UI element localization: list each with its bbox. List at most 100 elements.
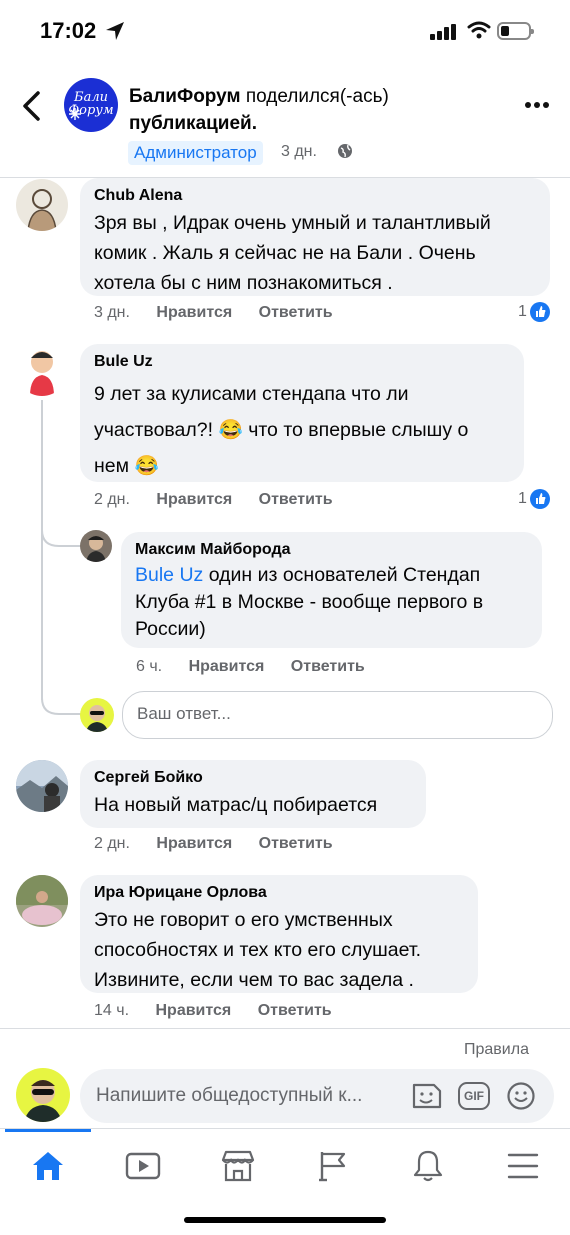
comment-time: 2 дн. bbox=[94, 491, 130, 508]
post-header-line1: БалиФорум поделился(-ась) bbox=[129, 86, 389, 108]
like-button[interactable]: Нравится bbox=[156, 491, 232, 508]
comment-text: Зря вы , Идрак очень умный и талантливый… bbox=[94, 208, 536, 298]
avatar-photo-icon bbox=[24, 1080, 62, 1122]
comment-meta: 3 дн. Нравится Ответить bbox=[94, 304, 333, 322]
comment-line: Зря вы , Идрак очень умный и талантливый bbox=[94, 212, 491, 234]
avatar[interactable] bbox=[16, 179, 68, 231]
like-button[interactable]: Нравится bbox=[156, 304, 232, 321]
emoji-icon[interactable] bbox=[506, 1081, 536, 1111]
comments-divider bbox=[0, 1028, 570, 1029]
reply-bubble: Максим Майборода Bule Uz один из основат… bbox=[121, 532, 542, 648]
battery-icon bbox=[497, 22, 534, 40]
page-name-link[interactable]: БалиФорум bbox=[129, 86, 241, 107]
reply-input-placeholder: Ваш ответ... bbox=[137, 704, 231, 723]
comment-line: нем 😂 bbox=[94, 448, 510, 484]
laughing-emoji: 😂 bbox=[134, 455, 159, 477]
home-icon[interactable] bbox=[31, 1150, 65, 1182]
comment-bubble: Сергей Бойко На новый матрас/ц побираетс… bbox=[80, 760, 426, 828]
thumbs-up-icon bbox=[529, 302, 550, 322]
reaction-count[interactable]: 1 bbox=[518, 302, 550, 322]
back-arrow-icon[interactable] bbox=[18, 90, 46, 122]
post-time: 3 дн. bbox=[281, 143, 317, 160]
thumbs-up-icon bbox=[529, 489, 550, 509]
comment-bubble: Ира Юрицане Орлова Это не говорит о его … bbox=[80, 875, 478, 993]
reply-button[interactable]: Ответить bbox=[259, 491, 333, 508]
snowflake-icon bbox=[69, 108, 81, 120]
comment-composer[interactable]: Напишите общедоступный к... GIF bbox=[80, 1069, 554, 1123]
my-avatar bbox=[16, 1068, 70, 1122]
my-avatar bbox=[80, 698, 114, 732]
reply-button[interactable]: Ответить bbox=[259, 835, 333, 852]
comment-fragment: что то впервые слышу о bbox=[248, 419, 469, 441]
comment-time: 14 ч. bbox=[94, 1002, 130, 1019]
comment-author[interactable]: Chub Alena bbox=[94, 186, 536, 206]
thread-branch bbox=[41, 530, 81, 547]
avatar[interactable] bbox=[16, 875, 68, 927]
reaction-number: 1 bbox=[518, 303, 527, 321]
comment-line: 9 лет за кулисами стендапа что ли bbox=[94, 383, 409, 405]
comment-line: Bule Uz один из основателей Стендап bbox=[135, 562, 528, 589]
reply-button[interactable]: Ответить bbox=[291, 658, 365, 675]
share-action-text: поделился(-ась) bbox=[245, 86, 389, 107]
comment-fragment: один из основателей Стендап bbox=[208, 564, 481, 586]
comment-author[interactable]: Ира Юрицане Орлова bbox=[94, 883, 464, 903]
page-logo[interactable]: Бали Форум bbox=[64, 78, 118, 132]
avatar-photo-icon bbox=[16, 760, 68, 812]
comment-author[interactable]: Сергей Бойко bbox=[94, 768, 412, 788]
reply-meta: 6 ч. Нравится Ответить bbox=[136, 658, 365, 676]
comment-line: России) bbox=[135, 618, 206, 640]
comment-text: Это не говорит о его умственных способно… bbox=[94, 905, 464, 995]
comment-bubble: Chub Alena Зря вы , Идрак очень умный и … bbox=[80, 178, 550, 296]
comment-bubble: Bule Uz 9 лет за кулисами стендапа что л… bbox=[80, 344, 524, 482]
comment-meta: 2 дн. Нравится Ответить bbox=[94, 835, 333, 853]
pages-flag-icon[interactable] bbox=[318, 1150, 348, 1182]
comment-fragment: участвовал?! bbox=[94, 419, 214, 441]
avatar-drawing-icon bbox=[30, 351, 54, 396]
comment-text: 9 лет за кулисами стендапа что ли участв… bbox=[94, 376, 510, 484]
watch-icon[interactable] bbox=[125, 1152, 161, 1180]
comment-line: Извините, если чем то вас задела . bbox=[94, 969, 414, 991]
comment-time: 3 дн. bbox=[94, 304, 130, 321]
more-options-icon[interactable] bbox=[524, 100, 550, 110]
rules-link[interactable]: Правила bbox=[464, 1041, 529, 1059]
mention-link[interactable]: Bule Uz bbox=[135, 564, 203, 586]
comment-line: Это не говорит о его умственных bbox=[94, 909, 393, 931]
status-time: 17:02 bbox=[40, 18, 97, 43]
notifications-bell-icon[interactable] bbox=[412, 1149, 444, 1183]
comment-line: хотела бы с ним познакомиться . bbox=[94, 272, 393, 294]
comment-line: Клуба #1 в Москве - вообще первого в bbox=[135, 591, 484, 613]
avatar-photo-icon bbox=[86, 536, 106, 562]
like-button[interactable]: Нравится bbox=[155, 1002, 231, 1019]
avatar-photo-icon bbox=[86, 705, 108, 732]
comment-line: способностях и тех кто его слушает. bbox=[94, 939, 422, 961]
comment-line: участвовал?! 😂 что то впервые слышу о bbox=[94, 412, 510, 448]
avatar[interactable] bbox=[16, 760, 68, 812]
comment-meta: 14 ч. Нравится Ответить bbox=[94, 1002, 332, 1020]
reaction-number: 1 bbox=[518, 490, 527, 508]
comment-text: На новый матрас/ц побирается bbox=[94, 790, 412, 820]
marketplace-icon[interactable] bbox=[220, 1150, 256, 1182]
avatar-photo-icon bbox=[16, 875, 68, 925]
reply-text: Bule Uz один из основателей Стендап Клуб… bbox=[135, 562, 528, 643]
like-button[interactable]: Нравится bbox=[189, 658, 265, 675]
comment-author[interactable]: Bule Uz bbox=[94, 352, 510, 372]
comment-line: комик . Жаль я сейчас не на Бали . Очень bbox=[94, 242, 476, 264]
reply-button[interactable]: Ответить bbox=[259, 304, 333, 321]
admin-badge: Администратор bbox=[128, 141, 263, 165]
sticker-icon[interactable] bbox=[410, 1081, 442, 1111]
reply-author[interactable]: Максим Майборода bbox=[135, 540, 528, 560]
home-indicator bbox=[184, 1217, 386, 1223]
reaction-count[interactable]: 1 bbox=[518, 489, 550, 509]
reply-button[interactable]: Ответить bbox=[258, 1002, 332, 1019]
location-arrow-icon bbox=[106, 22, 124, 40]
cellular-signal-icon bbox=[430, 24, 456, 40]
comment-fragment: нем bbox=[94, 455, 130, 477]
avatar[interactable] bbox=[80, 530, 112, 562]
reply-input[interactable]: Ваш ответ... bbox=[122, 691, 553, 739]
like-button[interactable]: Нравится bbox=[156, 835, 232, 852]
bottom-tab-bar bbox=[0, 1128, 570, 1209]
gif-button[interactable]: GIF bbox=[458, 1082, 490, 1110]
composer-placeholder: Напишите общедоступный к... bbox=[96, 1085, 363, 1106]
avatar[interactable] bbox=[16, 344, 68, 396]
menu-icon[interactable] bbox=[507, 1153, 539, 1179]
